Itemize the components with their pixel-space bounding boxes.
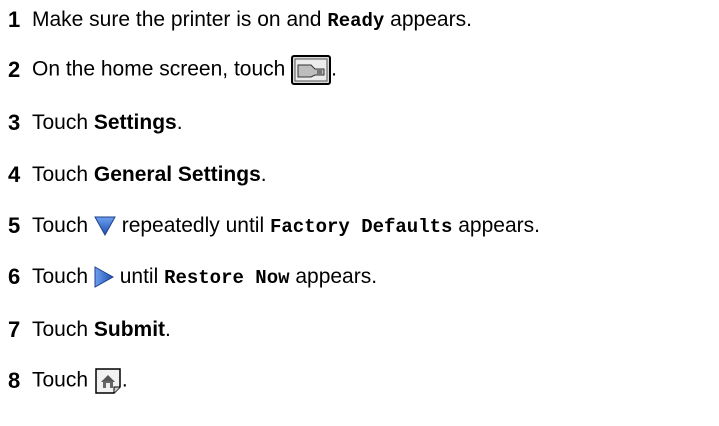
code-factory-defaults: Factory Defaults [269,216,453,238]
step-number: 3 [8,110,21,135]
step-text: Make sure the printer is on and Ready ap… [32,8,472,32]
step-8: 8 Touch . [8,366,128,396]
label-submit: Submit [93,318,166,341]
step-text: Touch repeatedly until Factory Defaults … [32,214,540,238]
right-arrow-icon [94,266,114,289]
step-text-part: . [165,318,171,341]
step-2: 2 On the home screen, touch . [8,55,337,85]
step-number: 7 [8,317,21,342]
step-text-part: Touch [32,163,94,186]
step-text-part: On the home screen, touch [32,57,292,81]
label-settings: Settings [93,111,177,134]
step-3: 3 Touch Settings. [8,108,183,138]
step-number: 6 [8,264,21,289]
step-text: Touch Submit. [32,318,171,342]
step-text-part: Touch [32,265,94,288]
code-ready: Ready [327,10,385,32]
step-text-part: appears. [452,214,540,237]
step-number: 5 [8,213,21,238]
step-number: 2 [8,57,21,82]
step-text-part: . [260,163,267,186]
label-general-settings: General Settings [93,163,261,186]
step-text: Touch General Settings. [32,163,267,187]
code-restore-now: Restore Now [164,267,290,289]
step-6: 6 Touch until Restore Now appears. [8,262,377,292]
step-text-part: . [176,111,183,134]
home-icon [94,367,122,395]
step-text-part: Touch [32,214,94,237]
step-text: On the home screen, touch . [32,55,337,85]
step-1: 1 Make sure the printer is on and Ready … [8,5,472,35]
step-text-part: . [121,368,128,392]
step-text-part: Make sure the printer is on and [32,8,328,31]
step-text-part: until [113,265,165,288]
down-arrow-icon [94,216,116,237]
step-number: 1 [8,7,21,32]
settings-menu-icon [291,55,332,85]
step-text-part: . [331,57,337,81]
step-number: 4 [8,162,21,187]
step-text-part: appears. [289,265,378,288]
step-text-part: repeatedly until [115,214,270,237]
step-7: 7 Touch Submit. [8,315,171,345]
step-text-part: Touch [32,318,94,341]
step-text-part: appears. [384,8,472,31]
step-text: Touch until Restore Now appears. [32,265,377,289]
step-number: 8 [8,368,21,393]
step-text: Touch Settings. [32,111,183,135]
step-text-part: Touch [32,111,94,134]
step-4: 4 Touch General Settings. [8,160,267,190]
step-text: Touch . [32,367,128,395]
step-text-part: Touch [32,368,94,392]
step-5: 5 Touch repeatedly until Factory Default… [8,211,540,241]
